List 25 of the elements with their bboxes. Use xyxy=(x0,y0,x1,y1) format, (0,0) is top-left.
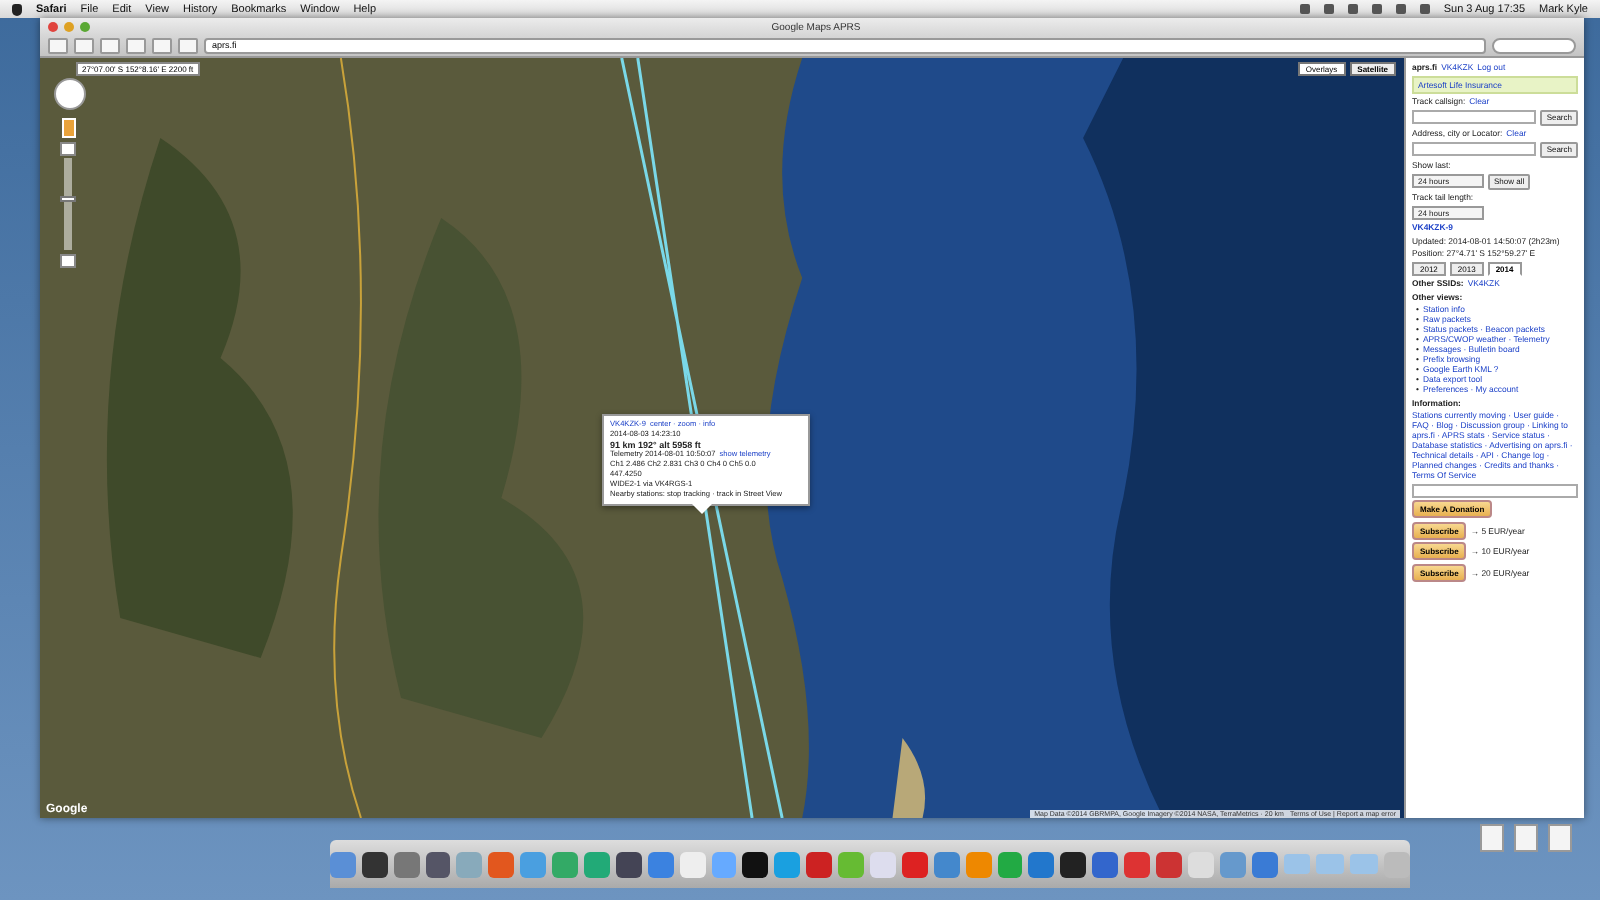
status-icon[interactable] xyxy=(1299,4,1310,14)
callsign-field[interactable] xyxy=(1412,110,1537,124)
app-icon[interactable] xyxy=(742,851,769,877)
file-icon[interactable] xyxy=(1514,824,1538,852)
status-icon[interactable] xyxy=(1347,4,1358,14)
pegman-icon[interactable] xyxy=(62,118,76,138)
zoom-in-button[interactable] xyxy=(60,142,76,156)
minimize-button[interactable] xyxy=(64,22,74,32)
zoom-button[interactable] xyxy=(80,22,90,32)
app-icon[interactable] xyxy=(361,851,388,877)
status-icon[interactable] xyxy=(1419,4,1430,14)
file-icon[interactable] xyxy=(1548,824,1572,852)
text-field[interactable] xyxy=(1412,483,1578,497)
address-field[interactable] xyxy=(1412,142,1537,156)
zoom-out-button[interactable] xyxy=(60,254,76,268)
status-icon[interactable] xyxy=(1395,4,1406,14)
status-icon[interactable] xyxy=(1371,4,1382,14)
file-icon[interactable] xyxy=(1480,824,1504,852)
app-icon[interactable] xyxy=(615,851,642,877)
close-button[interactable] xyxy=(48,22,58,32)
zoom-slider-thumb[interactable] xyxy=(60,196,76,203)
search-field[interactable] xyxy=(1492,38,1576,54)
app-icon[interactable] xyxy=(1060,851,1087,877)
apple-icon[interactable] xyxy=(12,3,22,15)
status-icon[interactable] xyxy=(1323,4,1334,14)
